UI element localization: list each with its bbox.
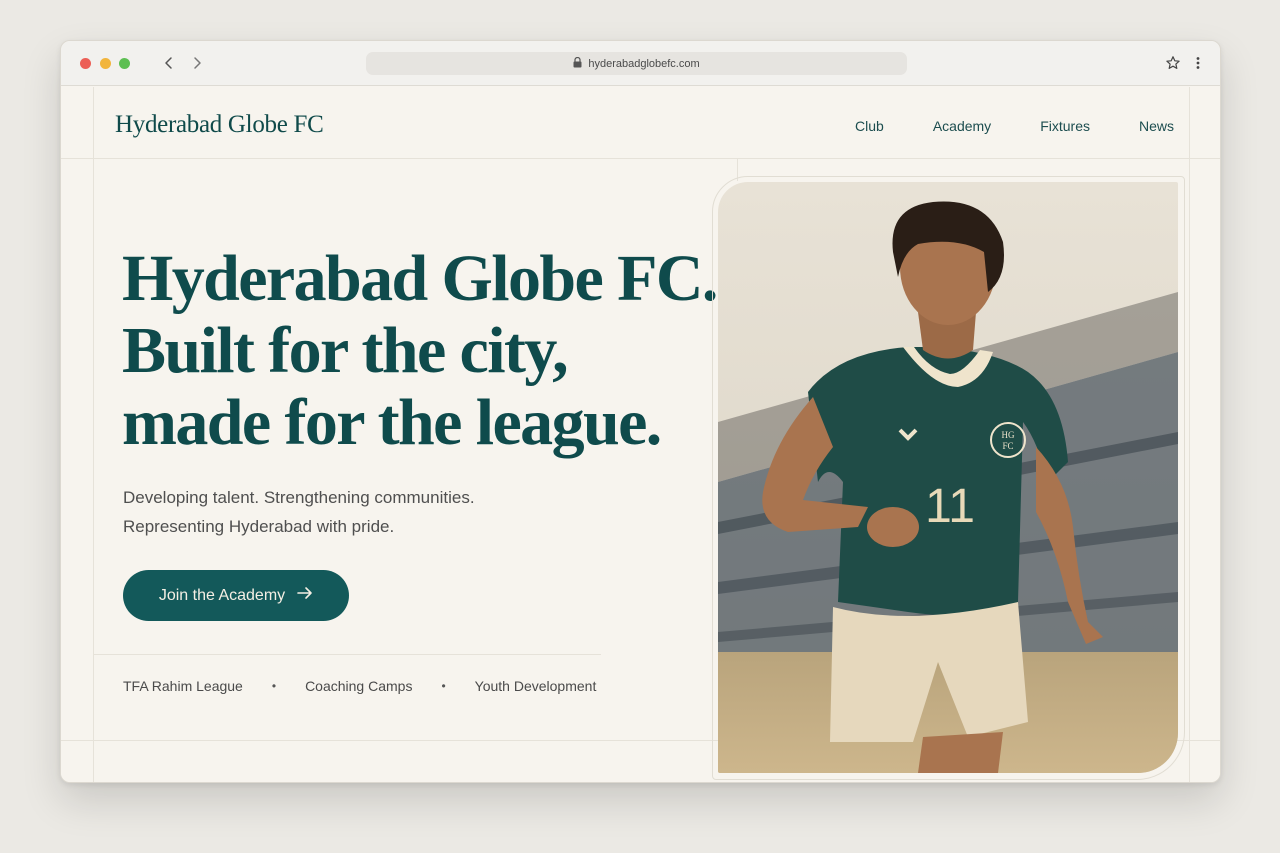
player-illustration: HG FC 11 (718, 182, 1178, 773)
nav-link-fixtures[interactable]: Fixtures (1040, 118, 1090, 134)
hero-subtitle-line: Representing Hyderabad with pride. (123, 517, 395, 536)
page-content: Hyderabad Globe FC Club Academy Fixtures… (61, 87, 1220, 782)
hero-title-line: Hyderabad Globe FC. (122, 242, 718, 315)
hero-subtitle-line: Developing talent. Strengthening communi… (123, 488, 475, 507)
guide-line (93, 87, 94, 782)
bullet-separator: • (271, 679, 277, 693)
tag-item: TFA Rahim League (123, 678, 243, 694)
join-academy-button[interactable]: Join the Academy (123, 570, 349, 621)
arrow-right-icon (297, 586, 313, 605)
header-divider (61, 158, 1220, 159)
forward-arrow-icon[interactable] (188, 53, 206, 73)
browser-window: hyderabadglobefc.com Hyderabad Globe FC … (60, 40, 1221, 783)
bullet-separator: • (441, 679, 446, 693)
hero-player-photo: HG FC 11 (718, 182, 1178, 773)
tag-item: Youth Development (474, 678, 597, 694)
minimize-window-button[interactable] (100, 58, 111, 69)
crest-text: FC (1002, 441, 1013, 451)
guide-line (1189, 87, 1190, 782)
more-icon[interactable] (1193, 55, 1203, 71)
join-academy-label: Join the Academy (158, 586, 286, 604)
crest-text: HG (1002, 430, 1015, 440)
hero-title: Hyderabad Globe FC. Built for the city, … (122, 243, 742, 459)
tags-divider (93, 654, 601, 655)
close-window-button[interactable] (80, 58, 91, 69)
nav-link-news[interactable]: News (1139, 118, 1174, 134)
nav-link-academy[interactable]: Academy (933, 118, 991, 134)
nav-link-club[interactable]: Club (855, 118, 884, 134)
shirt-number: 11 (925, 480, 975, 533)
address-bar[interactable]: hyderabadglobefc.com (366, 52, 907, 75)
tag-item: Coaching Camps (305, 678, 413, 694)
url-text: hyderabadglobefc.com (588, 57, 700, 70)
brand-logo-text[interactable]: Hyderabad Globe FC (115, 111, 324, 139)
hero-title-line: made for the league. (122, 386, 662, 459)
main-nav: Club Academy Fixtures News (855, 118, 1174, 134)
maximize-window-button[interactable] (119, 58, 130, 69)
star-icon[interactable] (1165, 55, 1181, 71)
hero-title-line: Built for the city, (122, 314, 569, 387)
program-tags: TFA Rahim League • Coaching Camps • Yout… (123, 678, 596, 694)
lock-icon (573, 56, 582, 71)
back-arrow-icon[interactable] (160, 53, 178, 73)
hero-subtitle: Developing talent. Strengthening communi… (123, 483, 583, 541)
browser-toolbar: hyderabadglobefc.com (61, 41, 1220, 86)
